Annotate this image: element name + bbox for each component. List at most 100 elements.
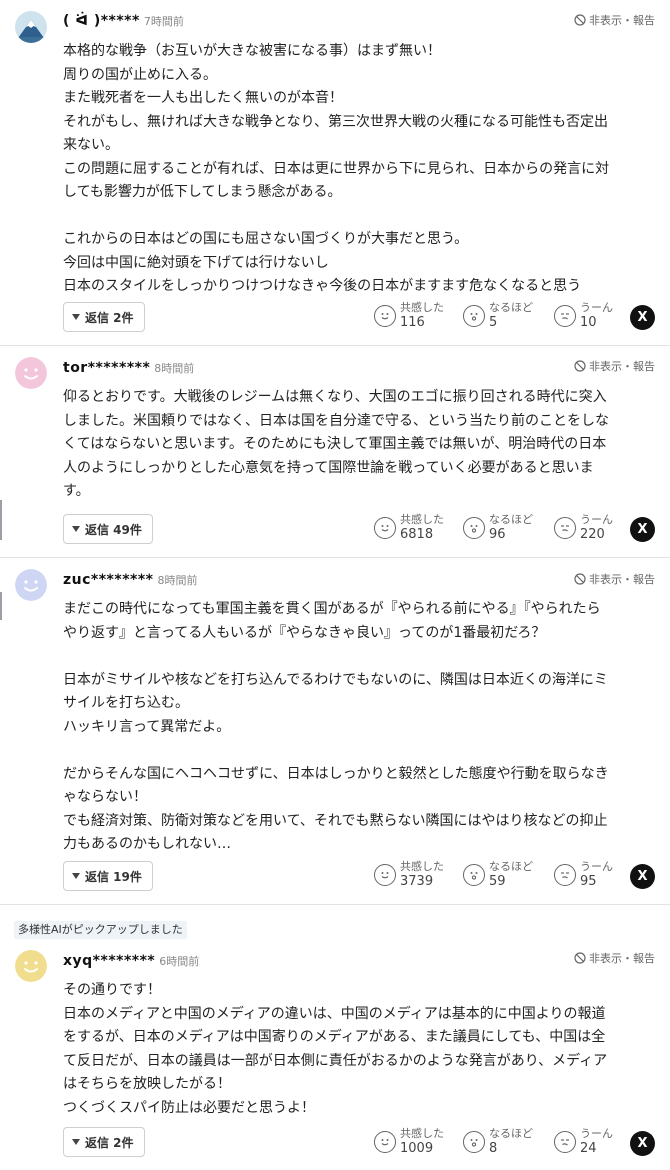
hide-report-button[interactable]: 非表示・報告 [574,571,655,587]
share-x-button[interactable]: X [630,517,655,542]
face-icon [15,950,47,982]
comment-line: やり返す』と言ってる人もいるが『やらなきゃ良い』ってのが1番最初だろ？ [63,624,546,641]
hide-report-button[interactable]: 非表示・報告 [574,12,655,28]
x-logo-icon: X [637,1136,648,1151]
username[interactable]: tor******** 8時間前 [63,360,194,376]
surprised-icon [463,1131,485,1153]
naruhodo-button[interactable]: なるほど 96 [463,512,533,542]
comment-line: ハッキリ言って異常だよ。 [63,718,231,735]
x-logo-icon: X [637,310,648,325]
uun-button[interactable]: うーん 10 [554,300,613,330]
scroll-edge-marker [0,592,2,620]
reaction-count: 5 [489,315,498,330]
comment-line: 周りの国が止めに入る。 [63,66,217,83]
comment-line: 本格的な戦争（お互いが大きな被害になる事）はまず無い！ [63,43,441,59]
smile-icon [374,864,396,886]
yellow-face-avatar[interactable] [15,950,47,982]
post-time: 8時間前 [154,362,195,375]
reply-toggle-button[interactable]: 返信 2件 [63,302,145,332]
reaction-count: 3739 [400,874,434,889]
uun-button[interactable]: うーん 24 [554,1126,613,1156]
smile-icon [374,517,396,539]
comment-line: つくづくスパイ防止は必要だと思うよ！ [63,1099,315,1116]
comment-line: くてはならないと思います。そのためにも決して軍国主義では無いが、明治時代の日本 [63,436,607,452]
block-icon [574,952,586,964]
chevron-down-icon [72,314,80,320]
pink-face-avatar[interactable] [15,357,47,389]
comment-line: それがもし、無ければ大きな戦争となり、第三次世界大戦の火種になる可能性も否定出 [63,113,609,130]
comment-line: 今回は中国に絶対頭を下げては行けないし [63,254,329,271]
confused-icon [554,864,576,886]
post-time: 8時間前 [157,574,198,587]
comment-line: 日本がミサイルや核などを打ち込んでるわけでもないのに、隣国は日本近くの海洋にミ [63,671,608,688]
reaction-label: うーん [580,301,613,314]
username[interactable]: zuc******** 8時間前 [63,572,197,588]
blue-face-avatar[interactable] [15,569,47,601]
hide-report-button[interactable]: 非表示・報告 [574,950,655,966]
empathize-button[interactable]: 共感した 1009 [374,1126,444,1156]
reaction-label: なるほど [489,1127,533,1140]
hide-report-button[interactable]: 非表示・報告 [574,358,655,374]
reaction-count: 24 [580,1141,597,1156]
x-logo-icon: X [637,522,648,537]
uun-button[interactable]: うーん 220 [554,512,613,542]
comment-line: サイルを打ち込む。 [63,695,189,711]
uun-button[interactable]: うーん 95 [554,859,613,889]
chevron-down-icon [72,1139,80,1145]
comment-line: はそちらを放映したがる！ [63,1076,231,1092]
comment-line: また戦死者を一人も出したく無いのが本音！ [63,90,343,106]
share-x-button[interactable]: X [630,864,655,889]
mountain-icon [15,11,47,43]
empathize-button[interactable]: 共感した 116 [374,300,444,330]
comment-line: 人のようにしっかりとした心意気を持って国際世論を戦っていく必要があると思いま [63,459,594,476]
share-x-button[interactable]: X [630,305,655,330]
divider [0,345,670,346]
reaction-label: なるほど [489,860,533,873]
comment-line: て反日だが、日本の議員は一部が日本側に責任がおるかのような発言があり、メディア [63,1052,608,1069]
naruhodo-button[interactable]: なるほど 59 [463,859,533,889]
username[interactable]: ( ᐛ )***** 7時間前 [63,13,184,29]
reply-label: 返信 2件 [85,1135,134,1150]
confused-icon [554,305,576,327]
empathize-button[interactable]: 共感した 6818 [374,512,444,542]
reaction-count: 8 [489,1141,498,1156]
reaction-count: 95 [580,874,597,889]
mountain-avatar[interactable] [15,11,47,43]
share-x-button[interactable]: X [630,1131,655,1156]
comment-line: この問題に屈することが有れば、日本は更に世界から下に見られ、日本からの発言に対 [63,160,610,177]
naruhodo-button[interactable]: なるほど 8 [463,1126,533,1156]
reaction-count: 96 [489,527,506,542]
comment-line: その通りです！ [63,982,161,998]
reaction-label: 共感した [400,1127,444,1140]
naruhodo-button[interactable]: なるほど 5 [463,300,533,330]
empathize-button[interactable]: 共感した 3739 [374,859,444,889]
scroll-edge-marker [0,500,2,540]
reply-toggle-button[interactable]: 返信 2件 [63,1127,145,1157]
ai-pickup-badge: 多様性AIがピックアップしました [14,921,187,939]
reaction-label: なるほど [489,301,533,314]
username[interactable]: xyq******** 6時間前 [63,953,199,969]
reply-toggle-button[interactable]: 返信 49件 [63,514,153,544]
reaction-count: 116 [400,315,425,330]
comment-body: 仰るとおりです。大戦後のレジームは無くなり、大国のエゴに振り回される時代に突入 … [63,386,658,504]
block-icon [574,14,586,26]
reply-label: 返信 49件 [85,522,142,537]
post-time: 6時間前 [159,955,200,968]
chevron-down-icon [72,526,80,532]
reaction-count: 10 [580,315,597,330]
reaction-count: 1009 [400,1141,434,1156]
reaction-label: 共感した [400,301,444,314]
chevron-down-icon [72,873,80,879]
surprised-icon [463,864,485,886]
username-text: tor******** [63,360,151,376]
reaction-label: うーん [580,513,613,526]
comment-line: だからそんな国にヘコヘコせずに、日本はしっかりと毅然とした態度や行動を取らなき [63,765,609,782]
reaction-label: うーん [580,1127,613,1140]
reply-toggle-button[interactable]: 返信 19件 [63,861,153,891]
comment-body: まだこの時代になっても軍国主義を貫く国があるが『やられる前にやる』『やられたら … [63,598,658,857]
face-icon [15,569,47,601]
divider [0,557,670,558]
reaction-label: 共感した [400,860,444,873]
